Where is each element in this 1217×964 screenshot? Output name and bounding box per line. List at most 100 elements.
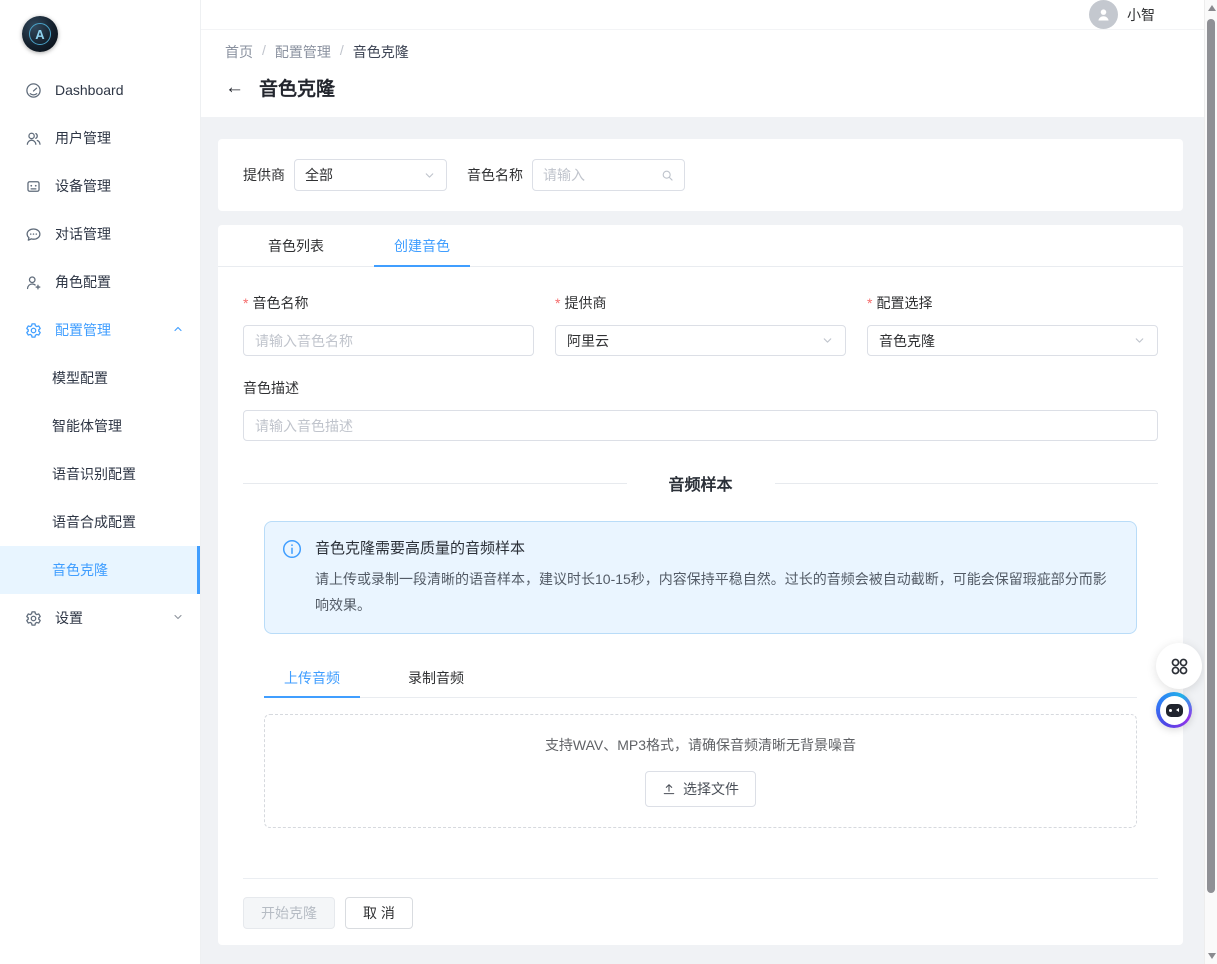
sidebar-subitem-asr-config[interactable]: 语音识别配置 <box>0 450 200 498</box>
tab-label: 创建音色 <box>394 238 450 254</box>
logo-circle: A <box>22 16 58 52</box>
field-label-text: 配置选择 <box>876 295 932 311</box>
start-clone-button[interactable]: 开始克隆 <box>243 897 335 929</box>
config-select-value: 音色克隆 <box>879 331 935 351</box>
back-arrow-icon[interactable]: ← <box>225 78 244 97</box>
provider-label: *提供商 <box>555 293 846 313</box>
sidebar-subitem-label: 智能体管理 <box>52 416 122 436</box>
apps-launcher-button[interactable] <box>1156 643 1202 689</box>
sidebar-subitem-voice-clone[interactable]: 音色克隆 <box>0 546 200 594</box>
provider-filter-select[interactable]: 全部 <box>294 159 447 191</box>
divider-line <box>775 483 1159 484</box>
title-row: ← 音色克隆 <box>225 74 1193 101</box>
sidebar-item-dialog-management[interactable]: 对话管理 <box>0 210 200 258</box>
page-title: 音色克隆 <box>259 74 335 101</box>
alert-body: 请上传或录制一段清晰的语音样本，建议时长10-15秒，内容保持平稳自然。过长的音… <box>315 566 1116 618</box>
choose-file-button[interactable]: 选择文件 <box>645 771 756 807</box>
scrollbar-down-arrow[interactable] <box>1208 953 1216 959</box>
tabs-header: 音色列表 创建音色 <box>218 225 1183 267</box>
device-icon <box>25 178 42 195</box>
tab-label: 录制音频 <box>408 670 464 686</box>
alert-title: 音色克隆需要高质量的音频样本 <box>315 537 1116 558</box>
sidebar-item-label: 配置管理 <box>55 320 111 340</box>
search-icon <box>661 169 674 182</box>
ai-assistant-ring <box>1160 696 1189 725</box>
provider-select[interactable]: 阿里云 <box>555 325 846 356</box>
sidebar-item-device-management[interactable]: 设备管理 <box>0 162 200 210</box>
tab-upload-audio[interactable]: 上传音频 <box>264 658 360 698</box>
sidebar-item-dashboard[interactable]: Dashboard <box>0 66 200 114</box>
field-label-text: 音色名称 <box>252 295 308 311</box>
divider-line <box>243 483 627 484</box>
audio-sample-section: 音色克隆需要高质量的音频样本 请上传或录制一段清晰的语音样本，建议时长10-15… <box>243 521 1158 828</box>
filter-card: 提供商 全部 音色名称 请输入 <box>218 139 1183 211</box>
cancel-button[interactable]: 取 消 <box>345 897 413 929</box>
main-area: 小智 首页 / 配置管理 / 音色克隆 ← 音色克隆 提供商 <box>201 0 1217 964</box>
tab-voice-list[interactable]: 音色列表 <box>248 225 344 267</box>
app-root: A Dashboard 用户管理 设备管理 对话管理 角色配置 <box>0 0 1217 964</box>
ai-assistant-button[interactable] <box>1156 692 1192 728</box>
tab-record-audio[interactable]: 录制音频 <box>388 658 484 698</box>
sidebar-item-user-management[interactable]: 用户管理 <box>0 114 200 162</box>
info-icon <box>282 539 302 618</box>
sidebar-subitem-label: 语音识别配置 <box>52 464 136 484</box>
description-field: 音色描述 请输入音色描述 <box>243 378 1158 441</box>
sidebar-item-label: 设置 <box>55 608 83 628</box>
sidebar-item-label: 用户管理 <box>55 128 111 148</box>
choose-file-label: 选择文件 <box>683 779 739 799</box>
tab-label: 音色列表 <box>268 238 324 254</box>
voice-name-search-input[interactable]: 请输入 <box>532 159 685 191</box>
tab-label: 上传音频 <box>284 670 340 686</box>
sidebar-item-role-config[interactable]: 角色配置 <box>0 258 200 306</box>
config-select[interactable]: 音色克隆 <box>867 325 1158 356</box>
upload-tabs: 上传音频 录制音频 <box>264 658 1137 698</box>
required-mark: * <box>867 295 872 311</box>
provider-filter-label: 提供商 <box>243 165 285 185</box>
app-logo[interactable]: A <box>22 16 58 52</box>
dashboard-icon <box>25 82 42 99</box>
gear-icon <box>25 610 42 627</box>
apps-grid-icon <box>1169 656 1190 677</box>
info-alert: 音色克隆需要高质量的音频样本 请上传或录制一段清晰的语音样本，建议时长10-15… <box>264 521 1137 634</box>
sidebar-subitem-model-config[interactable]: 模型配置 <box>0 354 200 402</box>
audio-sample-divider: 音频样本 <box>243 471 1158 495</box>
audio-dropzone[interactable]: 支持WAV、MP3格式，请确保音频清晰无背景噪音 选择文件 <box>264 714 1137 828</box>
provider-filter-value: 全部 <box>305 165 333 185</box>
chevron-down-icon <box>423 169 436 182</box>
sidebar-subitem-agent-management[interactable]: 智能体管理 <box>0 402 200 450</box>
sidebar-item-label: 角色配置 <box>55 272 111 292</box>
create-voice-form: *音色名称 请输入音色名称 *提供商 阿里云 <box>218 267 1183 945</box>
sidebar-nav: Dashboard 用户管理 设备管理 对话管理 角色配置 配置管理 <box>0 66 200 642</box>
voice-name-filter-label: 音色名称 <box>467 165 523 185</box>
sidebar-subitem-tts-config[interactable]: 语音合成配置 <box>0 498 200 546</box>
user-menu[interactable]: 小智 <box>1089 0 1155 29</box>
required-mark: * <box>555 295 560 311</box>
robot-eye <box>1169 709 1172 712</box>
chevron-down-icon <box>821 334 834 347</box>
gear-icon <box>25 322 42 339</box>
sidebar-item-config-management[interactable]: 配置管理 <box>0 306 200 354</box>
chevron-up-icon <box>172 322 184 338</box>
description-input[interactable]: 请输入音色描述 <box>243 410 1158 441</box>
chevron-down-icon <box>172 610 184 626</box>
voice-name-input-placeholder: 请输入音色名称 <box>255 331 353 351</box>
config-select-field: *配置选择 音色克隆 <box>867 293 1158 356</box>
voice-name-filter-group: 音色名称 请输入 <box>467 159 685 191</box>
sidebar-item-settings[interactable]: 设置 <box>0 594 200 642</box>
breadcrumb-config-management[interactable]: 配置管理 <box>275 42 331 62</box>
avatar <box>1089 0 1118 29</box>
scrollbar-up-arrow[interactable] <box>1208 5 1216 11</box>
breadcrumb: 首页 / 配置管理 / 音色克隆 <box>225 42 1193 62</box>
page-head: 首页 / 配置管理 / 音色克隆 ← 音色克隆 <box>201 30 1217 117</box>
description-label: 音色描述 <box>243 378 1158 398</box>
voice-clone-card: 音色列表 创建音色 *音色名称 请输入音色名称 *提供商 <box>218 225 1183 945</box>
sidebar-item-label: 对话管理 <box>55 224 111 244</box>
user-name: 小智 <box>1127 5 1155 25</box>
page-scrollbar[interactable] <box>1204 0 1217 964</box>
required-mark: * <box>243 295 248 311</box>
voice-name-input[interactable]: 请输入音色名称 <box>243 325 534 356</box>
breadcrumb-home[interactable]: 首页 <box>225 42 253 62</box>
scrollbar-thumb[interactable] <box>1207 19 1215 893</box>
tab-create-voice[interactable]: 创建音色 <box>374 225 470 267</box>
voice-name-field: *音色名称 请输入音色名称 <box>243 293 534 356</box>
